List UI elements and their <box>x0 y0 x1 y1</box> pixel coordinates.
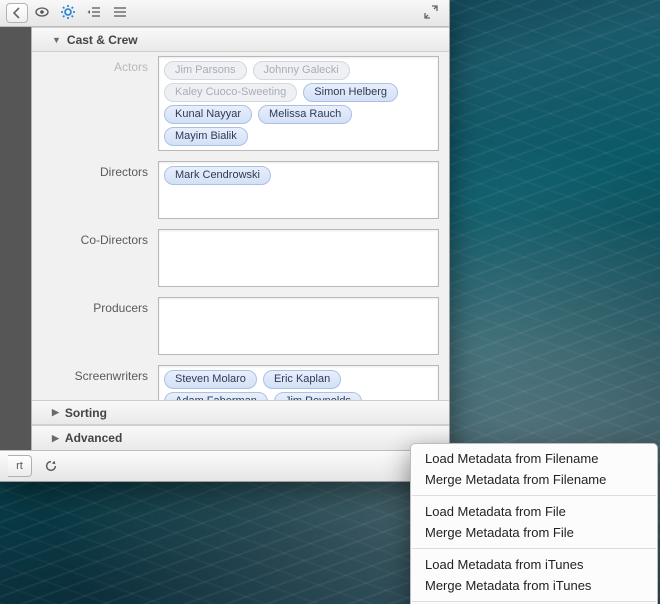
token[interactable]: Eric Kaplan <box>263 370 341 389</box>
field-label: Directors <box>40 161 158 179</box>
menu-separator <box>412 601 656 602</box>
producers-field[interactable] <box>158 297 439 355</box>
menu-item[interactable]: Load Metadata from Filename <box>411 448 657 469</box>
row-screenwriters: Screenwriters Steven Molaro Eric Kaplan Ad… <box>40 365 439 400</box>
outdent-icon[interactable] <box>86 4 106 23</box>
menu-item[interactable]: Load Metadata from File <box>411 501 657 522</box>
row-directors: Directors Mark Cendrowski <box>40 161 439 219</box>
menu-separator <box>412 495 656 496</box>
list-icon[interactable] <box>112 4 132 23</box>
token[interactable]: Jim Parsons <box>164 61 247 80</box>
row-producers: Producers <box>40 297 439 355</box>
chevron-down-icon: ▼ <box>52 35 61 45</box>
inspector-panel: ▼ Cast & Crew Actors Jim Parsons Johnny G… <box>0 0 450 482</box>
field-label: Actors <box>40 56 158 74</box>
row-co-directors: Co-Directors <box>40 229 439 287</box>
token[interactable]: Kunal Nayyar <box>164 105 252 124</box>
field-label: Screenwriters <box>40 365 158 383</box>
menu-item[interactable]: Load Metadata from iTunes <box>411 554 657 575</box>
section-title: Cast & Crew <box>67 33 138 47</box>
row-actors: Actors Jim Parsons Johnny Galecki Kaley Cu… <box>40 56 439 151</box>
chevron-right-icon: ▶ <box>52 433 59 444</box>
gear-icon[interactable] <box>60 4 80 23</box>
section-advanced[interactable]: ▶ Advanced <box>32 425 449 450</box>
field-label: Producers <box>40 297 158 315</box>
cast-crew-fields: Actors Jim Parsons Johnny Galecki Kaley Cu… <box>32 52 449 400</box>
token[interactable]: Mayim Bialik <box>164 127 248 146</box>
token[interactable]: Simon Helberg <box>303 83 398 102</box>
co-directors-field[interactable] <box>158 229 439 287</box>
bottom-bar: rt <box>0 450 449 481</box>
stub-button[interactable]: rt <box>8 455 32 477</box>
actors-field[interactable]: Jim Parsons Johnny Galecki Kaley Cuoco-Swe… <box>158 56 439 151</box>
chevron-right-icon: ▶ <box>52 407 59 418</box>
content-area: ▼ Cast & Crew Actors Jim Parsons Johnny G… <box>0 27 449 450</box>
section-sorting[interactable]: ▶ Sorting <box>32 400 449 425</box>
section-title: Advanced <box>65 431 122 445</box>
token[interactable]: Steven Molaro <box>164 370 257 389</box>
token[interactable]: Kaley Cuoco-Sweeting <box>164 83 297 102</box>
token[interactable]: Jim Reynolds <box>274 392 362 400</box>
menu-item[interactable]: Merge Metadata from iTunes <box>411 575 657 596</box>
main-column: ▼ Cast & Crew Actors Jim Parsons Johnny G… <box>32 27 449 450</box>
section-cast-crew[interactable]: ▼ Cast & Crew <box>32 27 449 52</box>
reload-button[interactable] <box>40 456 62 476</box>
section-title: Sorting <box>65 406 107 420</box>
back-button[interactable] <box>6 3 28 23</box>
toolbar <box>0 0 449 27</box>
directors-field[interactable]: Mark Cendrowski <box>158 161 439 219</box>
token[interactable]: Johnny Galecki <box>253 61 350 80</box>
menu-separator <box>412 548 656 549</box>
token[interactable]: Adam Faberman <box>164 392 268 400</box>
expand-icon[interactable] <box>423 4 443 23</box>
left-gutter <box>0 27 32 450</box>
token[interactable]: Mark Cendrowski <box>164 166 271 185</box>
screenwriters-field[interactable]: Steven Molaro Eric Kaplan Adam Faberman Jim… <box>158 365 439 400</box>
menu-item[interactable]: Merge Metadata from Filename <box>411 469 657 490</box>
eye-icon[interactable] <box>34 4 54 23</box>
context-menu: Load Metadata from FilenameMerge Metadat… <box>410 443 658 604</box>
field-label: Co-Directors <box>40 229 158 247</box>
menu-item[interactable]: Merge Metadata from File <box>411 522 657 543</box>
token[interactable]: Melissa Rauch <box>258 105 352 124</box>
